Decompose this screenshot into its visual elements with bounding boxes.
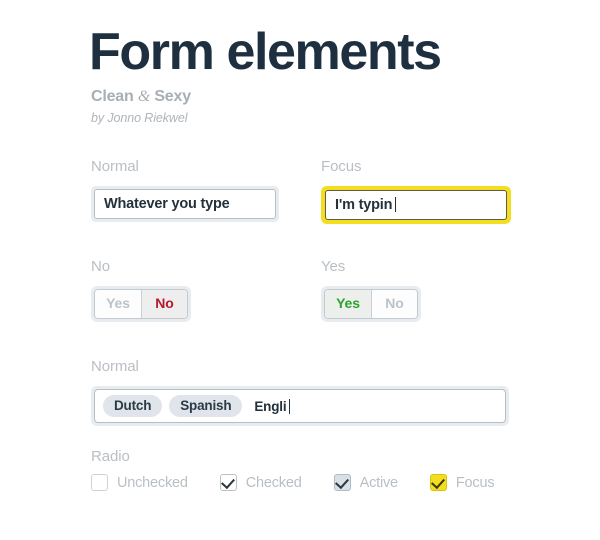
checkbox-active-icon[interactable] [333, 474, 351, 491]
tag-typing-value: Engli [254, 398, 287, 414]
ampersand-glyph: & [137, 88, 151, 106]
toggle-no-control[interactable]: Yes No [94, 289, 188, 319]
tags-input-label: Normal [91, 358, 139, 375]
radio-label: Radio [91, 448, 130, 465]
checkbox-unchecked-icon[interactable] [91, 474, 108, 491]
normal-input-label: Normal [91, 158, 139, 175]
toggle-yes-wrapper: Yes No [321, 286, 421, 322]
focus-input-label: Focus [321, 158, 362, 175]
normal-text-input[interactable]: Whatever you type [94, 189, 276, 219]
checkbox-item-focus[interactable]: Focus [429, 474, 495, 491]
checkbox-item-active[interactable]: Active [333, 474, 398, 491]
subtitle-text-before: Clean [91, 88, 138, 106]
page-title: Form elements [89, 23, 442, 81]
toggle-no-wrapper: Yes No [91, 286, 191, 322]
tag-pill[interactable]: Dutch [103, 395, 163, 417]
toggle-yes-group: Yes Yes No [321, 258, 421, 322]
toggle-yes-option-yes[interactable]: Yes [325, 290, 371, 318]
toggle-no-option-no[interactable]: No [141, 290, 187, 318]
toggle-no-option-yes[interactable]: Yes [95, 290, 141, 318]
checkbox-focus-icon[interactable] [429, 474, 447, 491]
normal-input-group: Normal Whatever you type [91, 158, 279, 222]
normal-input-wrapper: Whatever you type [91, 186, 279, 222]
tags-input-control[interactable]: Dutch Spanish Engli [94, 389, 506, 423]
page-subtitle: Clean & Sexy [91, 88, 441, 106]
checkbox-label: Checked [245, 474, 302, 491]
focus-input-group: Focus I'm typin [321, 158, 511, 224]
checkbox-item-checked[interactable]: Checked [219, 474, 302, 491]
page-header: Form elements Clean & Sexy by Jonno Riek… [89, 23, 442, 126]
toggle-yes-label: Yes [321, 258, 346, 275]
checkmark-icon [220, 474, 235, 490]
checkbox-label: Active [359, 474, 398, 491]
tags-input-wrapper: Dutch Spanish Engli [91, 386, 509, 426]
checkbox-list: Unchecked Checked Active Focus [91, 474, 495, 491]
toggle-yes-control[interactable]: Yes No [324, 289, 418, 319]
page-byline: by Jonno Riekwel [91, 111, 188, 126]
subtitle-text-after: Sexy [150, 88, 191, 106]
text-cursor-icon [289, 398, 291, 414]
toggle-yes-option-no[interactable]: No [371, 290, 417, 318]
tag-pill[interactable]: Spanish [169, 395, 243, 417]
checkbox-label: Unchecked [117, 474, 188, 491]
focus-text-input[interactable]: I'm typin [325, 190, 507, 220]
toggle-no-label: No [91, 258, 110, 275]
focus-input-value: I'm typin [335, 197, 393, 213]
checkbox-label: Focus [455, 474, 495, 491]
text-cursor-icon [395, 197, 397, 212]
normal-input-value: Whatever you type [104, 196, 230, 212]
checkmark-icon [430, 474, 445, 490]
checkbox-checked-icon[interactable] [219, 474, 237, 491]
checkbox-item-unchecked[interactable]: Unchecked [91, 474, 188, 491]
radio-label-wrapper: Radio [91, 448, 130, 476]
checkmark-icon [334, 474, 349, 490]
focus-input-wrapper: I'm typin [321, 186, 511, 224]
toggle-no-group: No Yes No [91, 258, 191, 322]
tags-input-group: Normal Dutch Spanish Engli [91, 358, 509, 426]
form-elements-page: Form elements Clean & Sexy by Jonno Riek… [0, 0, 600, 540]
